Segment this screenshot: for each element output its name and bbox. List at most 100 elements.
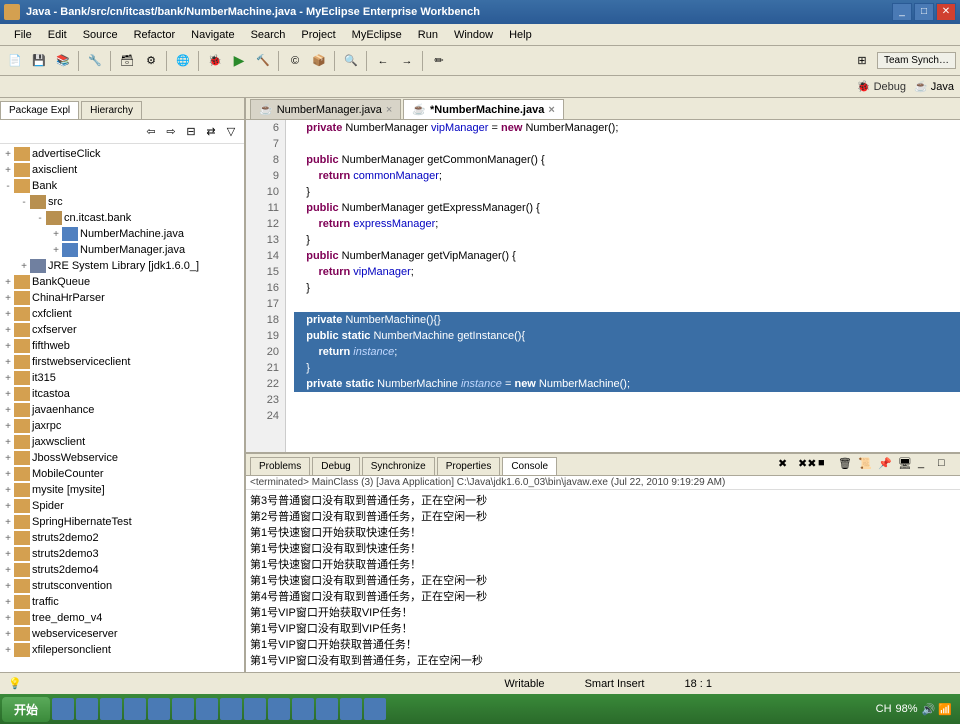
close-tab-icon[interactable]: ×	[386, 104, 392, 116]
console-min-icon[interactable]: _	[918, 457, 936, 475]
taskbar-item[interactable]	[76, 698, 98, 720]
tree-node[interactable]: +struts2demo2	[2, 530, 242, 546]
menu-run[interactable]: Run	[410, 27, 446, 43]
taskbar-item[interactable]	[316, 698, 338, 720]
tree-node[interactable]: -Bank	[2, 178, 242, 194]
minimize-button[interactable]: _	[892, 3, 912, 21]
editor-tab[interactable]: ☕NumberManager.java×	[250, 99, 401, 119]
tree-node[interactable]: +ChinaHrParser	[2, 290, 242, 306]
perspective-debug[interactable]: 🐞 Debug	[857, 80, 906, 93]
menu-search[interactable]: Search	[243, 27, 294, 43]
menu-source[interactable]: Source	[75, 27, 126, 43]
tree-node[interactable]: +traffic	[2, 594, 242, 610]
save-all-button[interactable]: 📚	[52, 50, 74, 72]
tree-node[interactable]: +axisclient	[2, 162, 242, 178]
close-button[interactable]: ✕	[936, 3, 956, 21]
taskbar-item[interactable]	[364, 698, 386, 720]
taskbar-item[interactable]	[196, 698, 218, 720]
tree-node[interactable]: +BankQueue	[2, 274, 242, 290]
taskbar-item[interactable]	[172, 698, 194, 720]
console-removeall-icon[interactable]: ✖✖	[798, 457, 816, 475]
console-max-icon[interactable]: □	[938, 457, 956, 475]
code-editor[interactable]: 6789101112131415161718192021222324 priva…	[246, 120, 960, 452]
taskbar-item[interactable]	[244, 698, 266, 720]
tree-node[interactable]: +Spider	[2, 498, 242, 514]
tree-node[interactable]: +JbossWebservice	[2, 450, 242, 466]
tree-node[interactable]: +webserviceserver	[2, 626, 242, 642]
menu-refactor[interactable]: Refactor	[126, 27, 184, 43]
tree-node[interactable]: +mysite [mysite]	[2, 482, 242, 498]
tray-icons[interactable]: 🔊 📶	[922, 703, 952, 716]
perspective-java[interactable]: ☕ Java	[914, 80, 954, 93]
tree-node[interactable]: +jaxrpc	[2, 418, 242, 434]
new-class-button[interactable]: ©	[284, 50, 306, 72]
browser-button[interactable]: 🌐	[172, 50, 194, 72]
tree-node[interactable]: +javaenhance	[2, 402, 242, 418]
tree-node[interactable]: +struts2demo4	[2, 562, 242, 578]
bottom-tab-debug[interactable]: Debug	[312, 457, 359, 475]
tab-package-explorer[interactable]: Package Expl	[0, 101, 79, 119]
menu-file[interactable]: File	[6, 27, 40, 43]
tree-node[interactable]: +NumberManager.java	[2, 242, 242, 258]
menu-window[interactable]: Window	[446, 27, 501, 43]
bottom-tab-problems[interactable]: Problems	[250, 457, 310, 475]
tree-node[interactable]: +cxfclient	[2, 306, 242, 322]
new-pkg-button[interactable]: 📦	[308, 50, 330, 72]
menu-myeclipse[interactable]: MyEclipse	[344, 27, 410, 43]
tree-node[interactable]: +JRE System Library [jdk1.6.0_]	[2, 258, 242, 274]
menu-navigate[interactable]: Navigate	[183, 27, 242, 43]
nav-back-button[interactable]: ←	[372, 50, 394, 72]
taskbar-item[interactable]	[220, 698, 242, 720]
tree-node[interactable]: -src	[2, 194, 242, 210]
taskbar-item[interactable]	[148, 698, 170, 720]
console-remove-icon[interactable]: ✖	[778, 457, 796, 475]
tree-node[interactable]: +xfilepersonclient	[2, 642, 242, 658]
search-button[interactable]: 🔍	[340, 50, 362, 72]
tree-node[interactable]: +jaxwsclient	[2, 434, 242, 450]
tree-node[interactable]: +itcastoa	[2, 386, 242, 402]
tab-hierarchy[interactable]: Hierarchy	[81, 101, 142, 119]
back-icon[interactable]: ⇦	[142, 123, 160, 141]
tree-node[interactable]: -cn.itcast.bank	[2, 210, 242, 226]
tree-node[interactable]: +fifthweb	[2, 338, 242, 354]
tree-node[interactable]: +MobileCounter	[2, 466, 242, 482]
taskbar-item[interactable]	[340, 698, 362, 720]
console-clear-icon[interactable]: 🗑	[838, 457, 856, 475]
tree-node[interactable]: +tree_demo_v4	[2, 610, 242, 626]
console-pin-icon[interactable]: 📌	[878, 457, 896, 475]
tree-node[interactable]: +it315	[2, 370, 242, 386]
new-button[interactable]: 📄	[4, 50, 26, 72]
taskbar-item[interactable]	[100, 698, 122, 720]
open-perspective-button[interactable]: ⊞	[851, 50, 873, 72]
menu-icon[interactable]: ▽	[222, 123, 240, 141]
menu-help[interactable]: Help	[501, 27, 540, 43]
bottom-tab-synchronize[interactable]: Synchronize	[362, 457, 435, 475]
bottom-tab-properties[interactable]: Properties	[437, 457, 501, 475]
link-icon[interactable]: ⇄	[202, 123, 220, 141]
taskbar-item[interactable]	[268, 698, 290, 720]
tree-node[interactable]: +firstwebserviceclient	[2, 354, 242, 370]
close-tab-icon[interactable]: ×	[548, 104, 554, 116]
start-button[interactable]: 开始	[2, 697, 50, 722]
code-body[interactable]: private NumberManager vipManager = new N…	[286, 120, 960, 452]
console-terminate-icon[interactable]: ■	[818, 457, 836, 475]
collapse-icon[interactable]: ⊟	[182, 123, 200, 141]
perspective-teamsync[interactable]: Team Synch…	[877, 52, 956, 69]
tree-node[interactable]: +SpringHibernateTest	[2, 514, 242, 530]
save-button[interactable]: 💾	[28, 50, 50, 72]
db-button[interactable]: 🗃	[116, 50, 138, 72]
run-button[interactable]: ▶	[228, 50, 250, 72]
project-tree[interactable]: +advertiseClick+axisclient-Bank-src-cn.i…	[0, 144, 244, 672]
ext-tools-button[interactable]: 🔨	[252, 50, 274, 72]
tree-node[interactable]: +strutsconvention	[2, 578, 242, 594]
taskbar-item[interactable]	[52, 698, 74, 720]
tree-node[interactable]: +struts2demo3	[2, 546, 242, 562]
tree-node[interactable]: +cxfserver	[2, 322, 242, 338]
deploy-button[interactable]: 🔧	[84, 50, 106, 72]
tray-ime[interactable]: CH	[876, 703, 892, 715]
nav-fwd-button[interactable]: →	[396, 50, 418, 72]
maximize-button[interactable]: □	[914, 3, 934, 21]
console-output[interactable]: 第3号普通窗口没有取到普通任务，正在空闲一秒第2号普通窗口没有取到普通任务，正在…	[246, 490, 960, 672]
bottom-tab-console[interactable]: Console	[502, 457, 557, 475]
taskbar-item[interactable]	[292, 698, 314, 720]
